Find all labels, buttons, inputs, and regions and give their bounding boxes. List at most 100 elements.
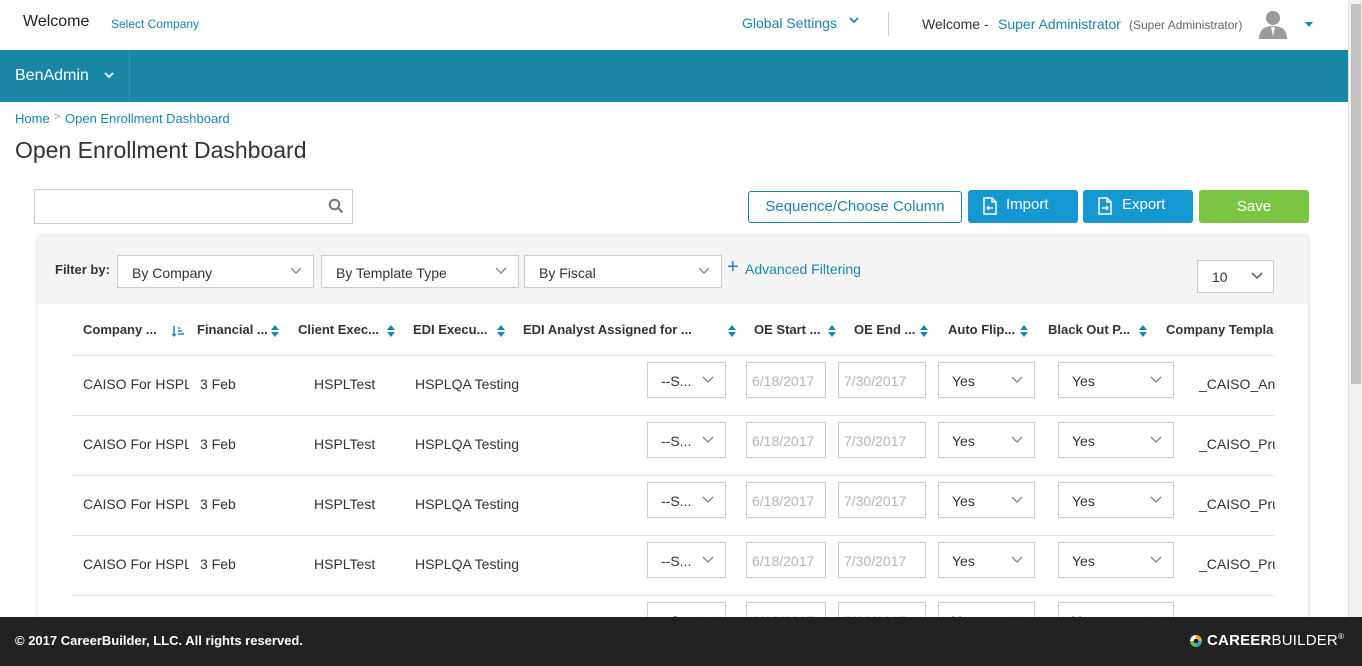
user-avatar-icon[interactable] [1257,9,1289,39]
column-header[interactable]: EDI Analyst Assigned for ... [523,322,692,337]
company-cell: CAISO For HSPL [83,556,189,572]
oe-start-date-input[interactable]: 6/18/2017 [746,422,826,458]
column-header[interactable]: Auto Flip... [948,322,1015,337]
search-box [34,189,353,224]
column-header[interactable]: OE End ... [854,322,915,337]
sort-icon[interactable] [919,325,929,337]
oe-start-date-input[interactable]: 6/18/2017 [746,482,826,518]
financial-cell: 3 Feb [200,436,236,452]
brand-mark: ® [1337,632,1345,641]
plus-icon[interactable]: + [727,256,739,279]
auto-flip-value: Yes [952,553,975,569]
advanced-filtering-link[interactable]: Advanced Filtering [745,261,861,277]
breadcrumb-separator: > [54,111,61,123]
search-icon[interactable] [328,198,344,214]
client-exec-cell: HSPLTest [314,556,376,572]
global-settings-menu[interactable]: Global Settings [742,15,837,31]
auto-flip-select[interactable]: Yes [938,482,1035,518]
oe-end-date-value: 7/30/2017 [844,553,907,569]
page-size-value: 10 [1212,269,1228,285]
oe-end-date-input[interactable]: 7/30/2017 [838,482,926,518]
filter-bar: Filter by: By Company By Template Type B… [38,236,1308,304]
black-out-value: Yes [1072,553,1095,569]
black-out-select[interactable]: Yes [1058,542,1174,578]
oe-end-date-input[interactable]: 7/30/2017 [838,362,926,398]
fiscal-filter-select[interactable]: By Fiscal [524,255,722,288]
sort-icon[interactable] [386,325,396,337]
save-button[interactable]: Save [1199,190,1309,223]
chevron-down-icon [1150,376,1162,383]
chevron-down-icon [1150,496,1162,503]
analyst-select-value: --S... [661,553,692,569]
sort-icon[interactable] [1138,325,1148,337]
search-input[interactable] [35,190,320,223]
column-header[interactable]: Black Out P... [1048,322,1130,337]
file-import-icon [983,197,997,215]
company-template-cell: _CAISO_Pru [1199,556,1275,572]
black-out-select[interactable]: Yes [1058,422,1174,458]
export-button[interactable]: Export [1083,190,1193,223]
page-size-select[interactable]: 10 [1197,260,1274,293]
column-header[interactable]: Client Exec... [298,322,379,337]
column-header[interactable]: Financial ... [197,322,268,337]
template-type-filter-select[interactable]: By Template Type [321,255,519,288]
chevron-down-icon [702,556,714,563]
breadcrumb-home[interactable]: Home [15,111,50,126]
breadcrumb-current[interactable]: Open Enrollment Dashboard [65,111,230,126]
page-scrollbar[interactable] [1348,0,1362,617]
column-header[interactable]: Company Templa [1166,322,1273,337]
fiscal-filter-value: By Fiscal [539,265,596,281]
black-out-select[interactable]: Yes [1058,482,1174,518]
analyst-select[interactable]: --S... [647,362,726,398]
page-scrollbar-thumb[interactable] [1351,4,1361,384]
sort-icon[interactable] [1019,325,1029,337]
oe-end-date-input[interactable]: 7/30/2017 [838,542,926,578]
user-menu-caret-icon[interactable] [1305,22,1313,27]
chevron-down-icon [104,72,114,79]
analyst-select[interactable]: --S... [647,422,726,458]
file-export-icon [1098,197,1112,215]
company-filter-select[interactable]: By Company [117,255,314,288]
top-bar: Welcome Select Company Global Settings W… [0,0,1348,50]
black-out-select[interactable]: Yes [1058,362,1174,398]
column-header[interactable]: EDI Execu... [413,322,487,337]
select-company-link[interactable]: Select Company [111,17,199,31]
chevron-down-icon [702,496,714,503]
analyst-select[interactable]: --S... [647,542,726,578]
table-row: CAISO For HSPL 3 Feb HSPLTest HSPLQA Testin… [72,356,1275,416]
oe-start-date-value: 6/18/2017 [752,373,815,389]
company-template-cell: _CAISO_Pru [1199,496,1275,512]
user-role: (Super Administrator) [1129,18,1243,32]
dashboard-panel: Filter by: By Company By Template Type B… [38,236,1308,666]
chevron-down-icon [702,436,714,443]
brand-bold: CAREER [1207,632,1272,649]
chevron-down-icon [1011,496,1023,503]
oe-start-date-input[interactable]: 6/18/2017 [746,362,826,398]
sort-icon[interactable] [270,325,280,337]
sort-icon[interactable] [727,325,737,337]
sort-icon[interactable] [827,325,837,337]
chevron-down-icon[interactable] [848,16,860,26]
sort-icon[interactable] [172,325,184,337]
auto-flip-value: Yes [952,373,975,389]
topbar-divider [888,12,889,36]
oe-end-date-input[interactable]: 7/30/2017 [838,422,926,458]
company-template-cell: _CAISO_Ant [1199,376,1275,392]
analyst-select[interactable]: --S... [647,482,726,518]
company-cell: CAISO For HSPL [83,376,189,392]
auto-flip-select[interactable]: Yes [938,542,1035,578]
edi-exec-cell: HSPLQA Testing [415,436,520,452]
import-button[interactable]: Import [968,190,1078,223]
sort-icon[interactable] [496,325,506,337]
auto-flip-select[interactable]: Yes [938,362,1035,398]
chevron-down-icon [1011,436,1023,443]
user-name-link[interactable]: Super Administrator [998,16,1121,32]
oe-start-date-input[interactable]: 6/18/2017 [746,542,826,578]
auto-flip-select[interactable]: Yes [938,422,1035,458]
oe-end-date-value: 7/30/2017 [844,373,907,389]
app-switcher[interactable]: BenAdmin [0,50,130,102]
column-header[interactable]: Company ... [83,322,157,337]
column-header[interactable]: OE Start ... [754,322,820,337]
sequence-choose-column-button[interactable]: Sequence/Choose Column [748,191,962,223]
oe-start-date-value: 6/18/2017 [752,553,815,569]
